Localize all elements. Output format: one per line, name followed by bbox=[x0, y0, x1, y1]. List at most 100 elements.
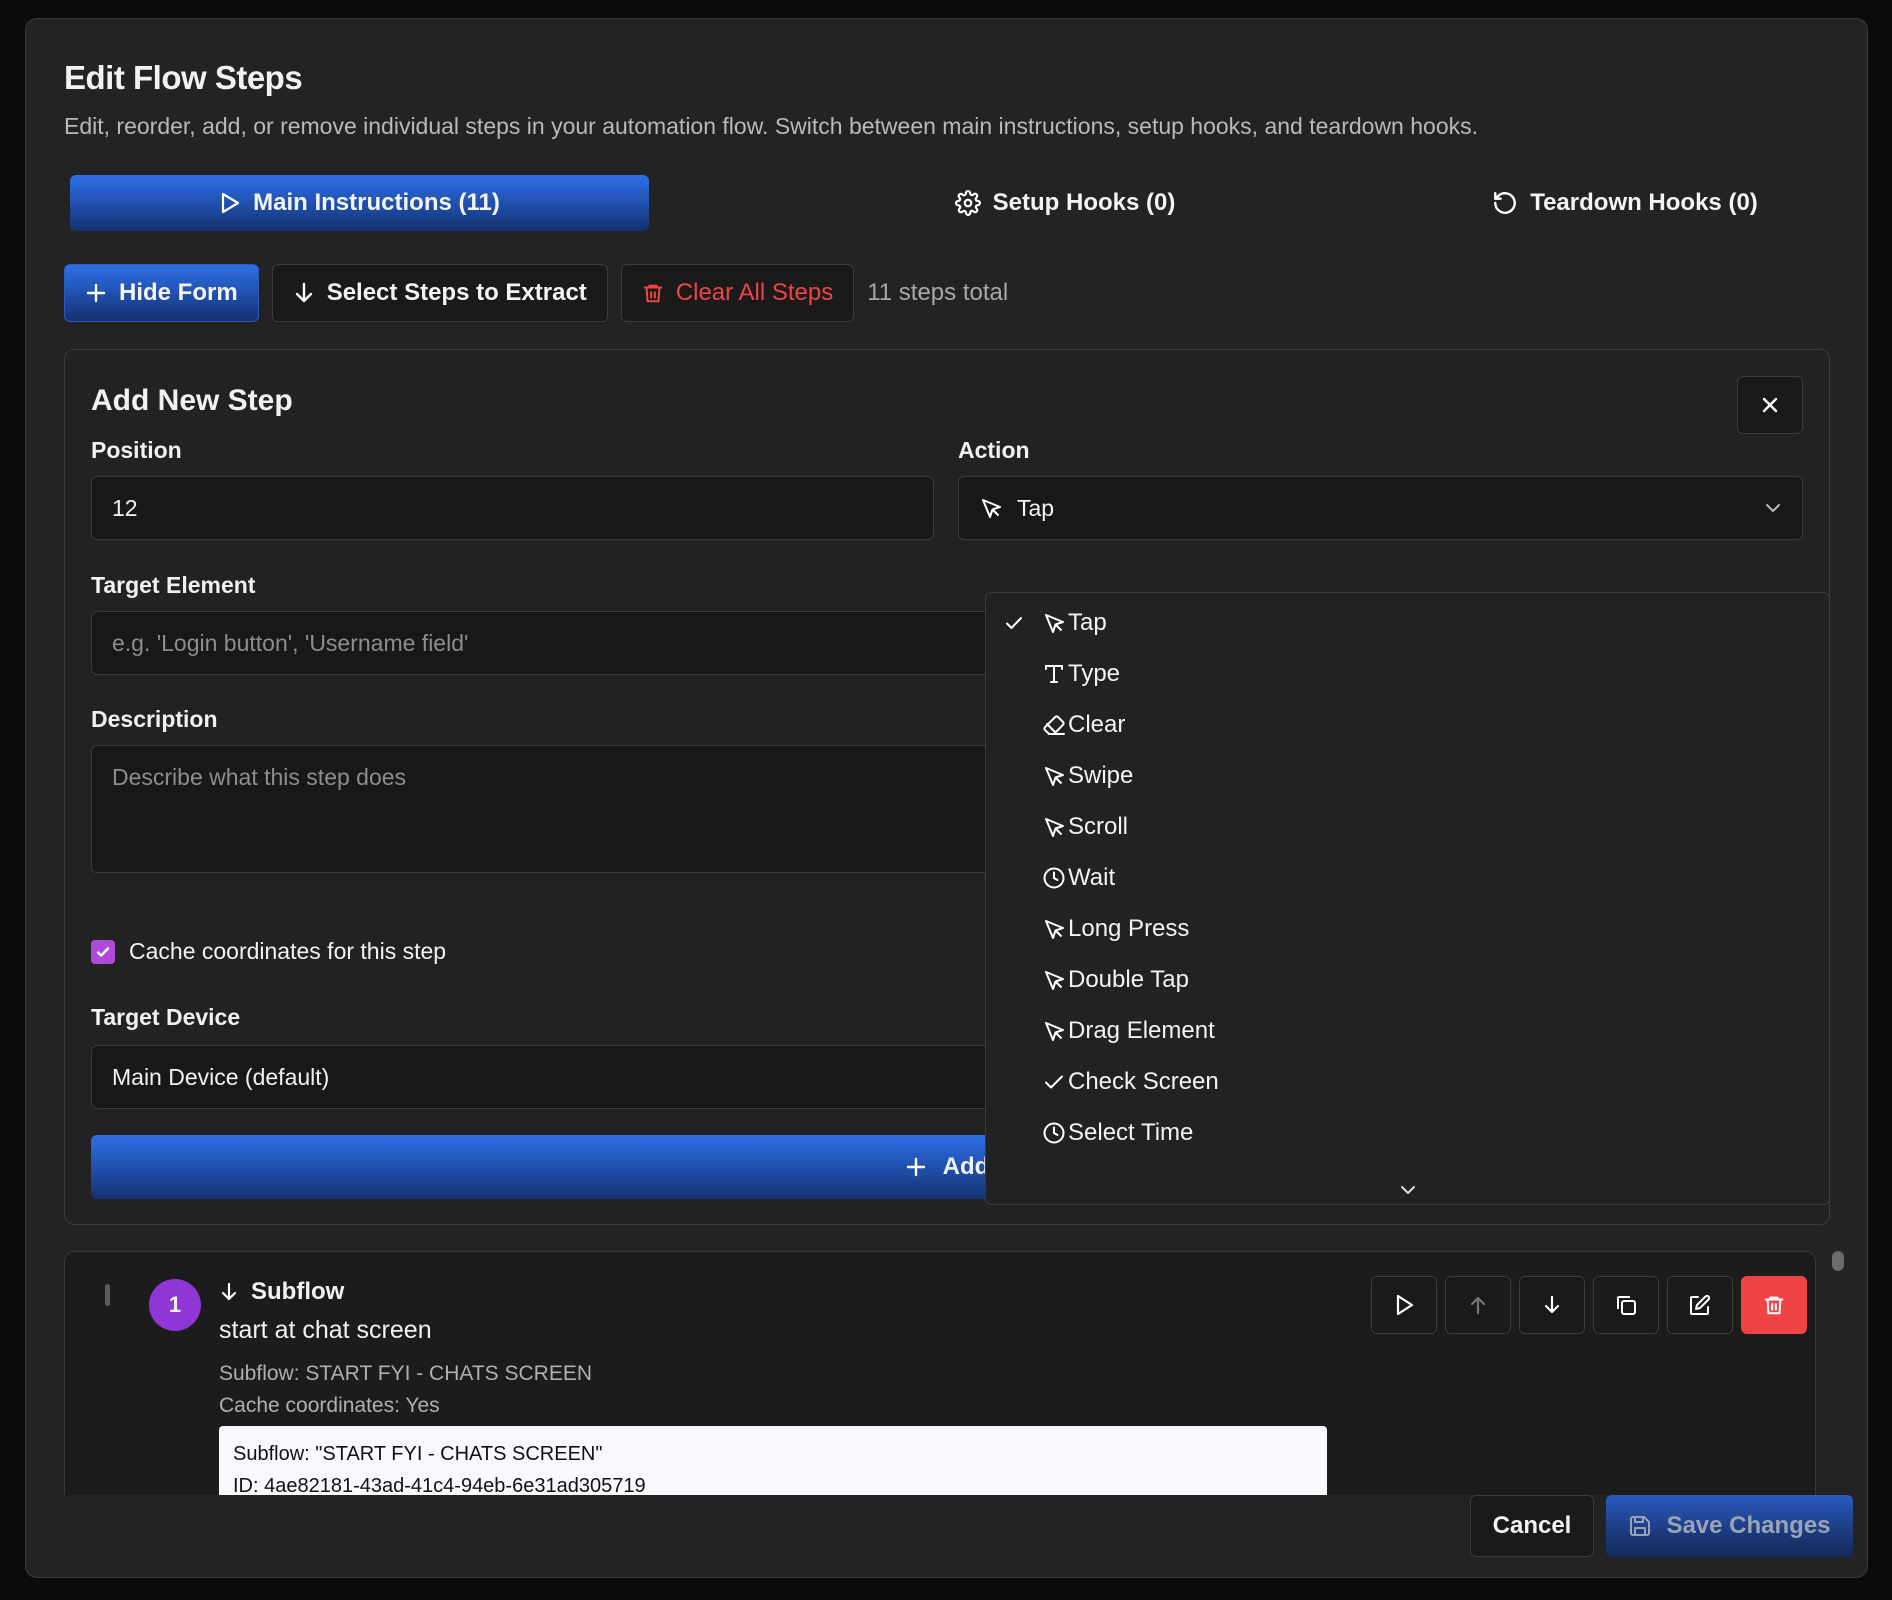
save-label: Save Changes bbox=[1666, 1512, 1831, 1539]
action-option-clear[interactable]: Clear bbox=[986, 701, 1829, 749]
step-type: Subflow bbox=[219, 1278, 344, 1306]
action-option-label: Drag Element bbox=[1068, 1017, 1215, 1044]
close-icon bbox=[1760, 395, 1780, 415]
subflow-name-line: Subflow: "START FYI - CHATS SCREEN" bbox=[233, 1443, 603, 1465]
cache-coordinates-checkbox[interactable] bbox=[91, 939, 115, 964]
scrollbar-thumb[interactable] bbox=[1832, 1251, 1844, 1271]
target-element-placeholder: e.g. 'Login button', 'Username field' bbox=[112, 629, 469, 656]
step-number-badge: 1 bbox=[149, 1279, 201, 1331]
cache-coordinates-label: Cache coordinates for this step bbox=[129, 938, 447, 964]
move-down-button[interactable] bbox=[1519, 1276, 1585, 1334]
cancel-button[interactable]: Cancel bbox=[1470, 1495, 1594, 1557]
type-icon bbox=[1024, 662, 1068, 686]
select-steps-button[interactable]: Select Steps to Extract bbox=[271, 264, 608, 322]
description-label: Description bbox=[91, 706, 218, 732]
step-actions bbox=[1371, 1276, 1807, 1334]
save-icon bbox=[1628, 1514, 1652, 1538]
edit-step-button[interactable] bbox=[1667, 1276, 1733, 1334]
duplicate-step-button[interactable] bbox=[1593, 1276, 1659, 1334]
cache-coordinates-row: Cache coordinates for this step bbox=[91, 938, 446, 965]
close-form-button[interactable] bbox=[1737, 376, 1803, 434]
subflow-id-line: ID: 4ae82181-43ad-41c4-94eb-6e31ad305719 bbox=[233, 1475, 646, 1495]
clear-all-label: Clear All Steps bbox=[675, 279, 834, 306]
action-option-type[interactable]: Type bbox=[986, 650, 1829, 698]
dialog-title: Edit Flow Steps bbox=[64, 59, 303, 96]
action-option-select-time[interactable]: Select Time bbox=[986, 1109, 1829, 1157]
action-option-double-tap[interactable]: Double Tap bbox=[986, 956, 1829, 1004]
step-description: start at chat screen bbox=[219, 1316, 432, 1344]
tab-setup-hooks[interactable]: Setup Hooks (0) bbox=[850, 175, 1280, 231]
pointer-icon bbox=[1024, 968, 1068, 992]
action-option-swipe[interactable]: Swipe bbox=[986, 752, 1829, 800]
drag-handle[interactable] bbox=[105, 1284, 110, 1306]
trash-icon bbox=[1763, 1293, 1785, 1317]
step-cache-meta: Cache coordinates: Yes bbox=[219, 1394, 440, 1417]
plus-icon bbox=[85, 282, 107, 304]
move-up-button[interactable] bbox=[1445, 1276, 1511, 1334]
plus-icon bbox=[905, 1156, 927, 1178]
arrow-down-icon bbox=[1542, 1294, 1562, 1316]
step-subflow-details: Subflow: "START FYI - CHATS SCREEN" ID: … bbox=[219, 1426, 1327, 1495]
action-dropdown-menu: Tap Type Clear Swipe Scroll Wait Long Pr… bbox=[985, 592, 1830, 1205]
arrow-down-icon bbox=[219, 1281, 239, 1303]
step-type-label: Subflow bbox=[251, 1278, 345, 1305]
action-option-drag-element[interactable]: Drag Element bbox=[986, 1007, 1829, 1055]
pointer-icon bbox=[1024, 1019, 1068, 1043]
steps-scrollbar[interactable] bbox=[1832, 1251, 1844, 1495]
select-steps-label: Select Steps to Extract bbox=[326, 279, 587, 306]
hide-form-button[interactable]: Hide Form bbox=[64, 264, 259, 322]
action-option-wait[interactable]: Wait bbox=[986, 854, 1829, 902]
eraser-icon bbox=[1024, 713, 1068, 737]
tab-teardown-hooks[interactable]: Teardown Hooks (0) bbox=[1410, 175, 1840, 231]
position-label: Position bbox=[91, 437, 182, 463]
action-option-check-screen[interactable]: Check Screen bbox=[986, 1058, 1829, 1106]
step-subflow-meta: Subflow: START FYI - CHATS SCREEN bbox=[219, 1362, 593, 1385]
action-value: Tap bbox=[1017, 494, 1055, 521]
steps-toolbar: Hide Form Select Steps to Extract Clear … bbox=[64, 264, 1008, 322]
add-step-label: Add bbox=[942, 1153, 990, 1180]
cancel-label: Cancel bbox=[1492, 1512, 1572, 1539]
description-placeholder: Describe what this step does bbox=[112, 764, 407, 790]
action-option-long-press[interactable]: Long Press bbox=[986, 905, 1829, 953]
action-option-label: Long Press bbox=[1068, 915, 1190, 942]
run-step-button[interactable] bbox=[1371, 1276, 1437, 1334]
clock-icon bbox=[1024, 866, 1068, 890]
action-option-label: Wait bbox=[1068, 864, 1116, 891]
check-icon bbox=[1024, 1070, 1068, 1094]
save-changes-button[interactable]: Save Changes bbox=[1606, 1495, 1853, 1557]
pointer-icon bbox=[1024, 815, 1068, 839]
action-option-label: Clear bbox=[1068, 711, 1126, 738]
steps-count: 11 steps total bbox=[867, 279, 1009, 306]
chevron-down-icon bbox=[1399, 1184, 1417, 1196]
hook-tabs: Main Instructions (11) Setup Hooks (0) T… bbox=[70, 175, 1848, 231]
position-input[interactable]: 12 bbox=[91, 476, 934, 540]
rotate-ccw-icon bbox=[1492, 190, 1518, 216]
dialog-subtitle: Edit, reorder, add, or remove individual… bbox=[64, 113, 1478, 139]
pointer-icon bbox=[1024, 917, 1068, 941]
scroll-down-indicator[interactable] bbox=[986, 1184, 1829, 1196]
delete-step-button[interactable] bbox=[1741, 1276, 1807, 1334]
play-icon bbox=[219, 191, 241, 215]
steps-list: 1 Subflow start at chat screen Subflow: … bbox=[64, 1251, 1816, 1495]
action-option-label: Scroll bbox=[1068, 813, 1129, 840]
trash-icon bbox=[642, 281, 664, 305]
clock-icon bbox=[1024, 1121, 1068, 1145]
action-option-scroll[interactable]: Scroll bbox=[986, 803, 1829, 851]
play-icon bbox=[1393, 1293, 1415, 1317]
action-option-label: Double Tap bbox=[1068, 966, 1189, 993]
target-device-value: Main Device (default) bbox=[112, 1063, 330, 1090]
action-option-tap[interactable]: Tap bbox=[986, 599, 1829, 647]
check-icon bbox=[986, 613, 1024, 633]
target-device-label: Target Device bbox=[91, 1004, 241, 1030]
pointer-icon bbox=[1024, 764, 1068, 788]
target-element-label: Target Element bbox=[91, 572, 256, 598]
pointer-icon bbox=[1024, 611, 1068, 635]
arrow-up-icon bbox=[1468, 1294, 1488, 1316]
action-select[interactable]: Tap bbox=[958, 476, 1803, 540]
chevron-down-icon bbox=[1764, 502, 1782, 514]
action-option-label: Select Time bbox=[1068, 1119, 1194, 1146]
tab-main-instructions[interactable]: Main Instructions (11) bbox=[70, 175, 649, 231]
tab-label: Setup Hooks (0) bbox=[992, 189, 1176, 216]
action-label: Action bbox=[958, 437, 1030, 463]
clear-all-steps-button[interactable]: Clear All Steps bbox=[620, 264, 855, 322]
